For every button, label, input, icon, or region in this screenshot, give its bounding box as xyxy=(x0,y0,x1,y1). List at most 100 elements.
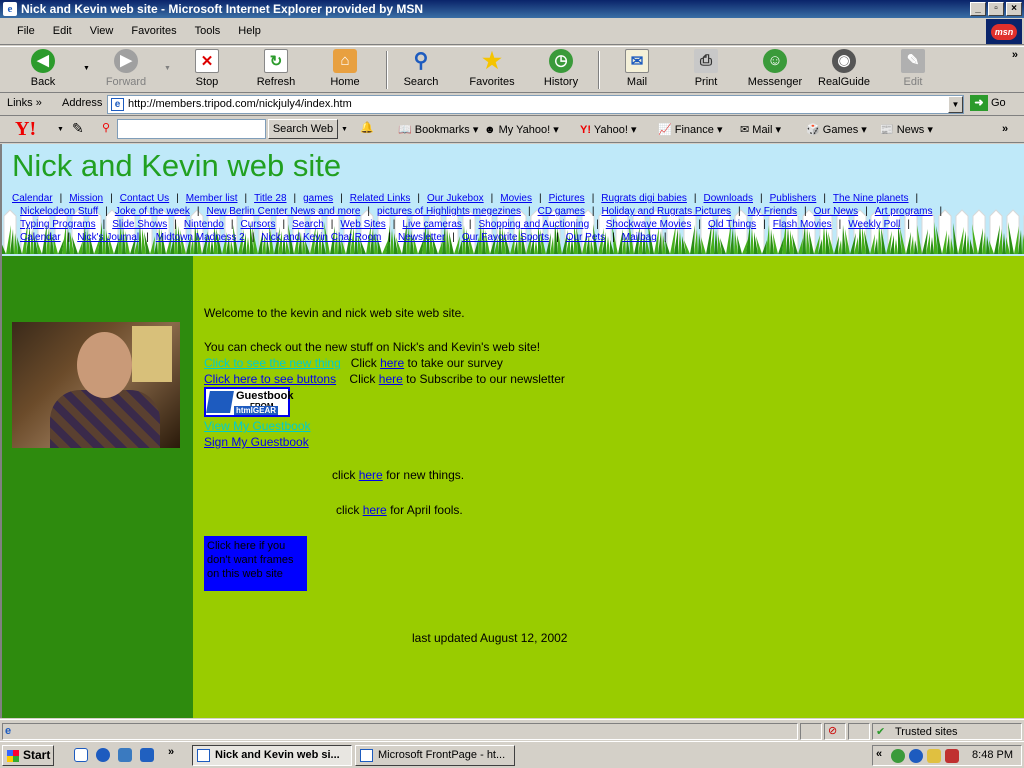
nav-link[interactable]: Nickelodeon Stuff xyxy=(20,206,98,217)
nav-link[interactable]: Midtown Madness 2 xyxy=(156,232,245,243)
show-desktop-icon[interactable] xyxy=(74,748,88,762)
network-tray-icon[interactable] xyxy=(909,749,923,763)
nav-link[interactable]: CD games xyxy=(538,206,585,217)
sign-guestbook-link[interactable]: Sign My Guestbook xyxy=(204,435,309,449)
menu-file[interactable]: File xyxy=(8,25,44,37)
bookmarks-item[interactable]: 📖 Bookmarks ▾ xyxy=(398,123,478,136)
frontpage-quicklaunch-icon[interactable] xyxy=(140,748,154,762)
nav-link[interactable]: Newsletter xyxy=(398,232,445,243)
task-frontpage[interactable]: Microsoft FrontPage - ht... xyxy=(355,745,515,766)
my-yahoo-item[interactable]: ☻ My Yahoo! ▾ xyxy=(484,123,559,136)
nav-link[interactable]: games xyxy=(303,193,333,204)
nav-link[interactable]: Nintendo xyxy=(184,219,224,230)
close-button[interactable]: × xyxy=(1006,2,1022,16)
favorites-button[interactable]: ★ Favorites xyxy=(464,49,520,91)
new-things-here-link[interactable]: here xyxy=(359,468,383,482)
nav-link[interactable]: Live cameras xyxy=(402,219,461,230)
nav-link[interactable]: Contact Us xyxy=(120,193,169,204)
realguide-button[interactable]: ◉ RealGuide xyxy=(816,49,872,91)
nav-link[interactable]: Shopping and Auctioning xyxy=(478,219,589,230)
nav-link[interactable]: Holiday and Rugrats Pictures xyxy=(601,206,731,217)
tray-icon-4[interactable] xyxy=(945,749,959,763)
nav-link[interactable]: Nick's Journal xyxy=(77,232,139,243)
nav-link[interactable]: Downloads xyxy=(704,193,753,204)
address-dropdown-button[interactable]: ▼ xyxy=(948,96,963,113)
back-button[interactable]: ◀ Back xyxy=(18,49,68,91)
search-web-dropdown-icon[interactable]: ▼ xyxy=(341,126,348,133)
go-button[interactable]: ➜ Go xyxy=(970,95,1006,111)
nav-link[interactable]: Cursors xyxy=(240,219,275,230)
yahoo-search-input[interactable] xyxy=(117,119,266,139)
games-item[interactable]: 🎲 Games ▾ xyxy=(806,123,867,136)
yahoo-dropdown-icon[interactable]: ▼ xyxy=(57,126,64,133)
tray-icon-3[interactable] xyxy=(927,749,941,763)
nav-link[interactable]: Art programs xyxy=(875,206,933,217)
back-dropdown-icon[interactable]: ▼ xyxy=(83,65,90,72)
nav-link[interactable]: New Berlin Center News and more xyxy=(206,206,360,217)
address-input[interactable]: e http://members.tripod.com/nickjuly4/in… xyxy=(107,95,964,114)
nav-link[interactable]: Typing Programs xyxy=(20,219,96,230)
nav-link[interactable]: Flash Movies xyxy=(773,219,832,230)
nav-link[interactable]: Our News xyxy=(814,206,858,217)
nav-link[interactable]: Publishers xyxy=(770,193,817,204)
nav-link[interactable]: Calendar xyxy=(20,232,61,243)
edit-button[interactable]: ✎ Edit xyxy=(892,49,934,91)
buttons-link[interactable]: Click here to see buttons xyxy=(204,372,336,386)
menu-view[interactable]: View xyxy=(81,25,123,37)
nav-link[interactable]: The Nine planets xyxy=(833,193,909,204)
nav-link[interactable]: Our Jukebox xyxy=(427,193,484,204)
messenger-button[interactable]: ☺ Messenger xyxy=(746,49,804,91)
menu-help[interactable]: Help xyxy=(229,25,270,37)
nav-link[interactable]: Related Links xyxy=(350,193,411,204)
new-thing-link[interactable]: Click to see the new thing xyxy=(204,356,341,370)
menu-edit[interactable]: Edit xyxy=(44,25,81,37)
yahoo-overflow-icon[interactable]: » xyxy=(1002,123,1008,135)
history-button[interactable]: ◷ History xyxy=(538,49,584,91)
refresh-button[interactable]: ↻ Refresh xyxy=(252,49,300,91)
menu-tools[interactable]: Tools xyxy=(186,25,230,37)
nav-link[interactable]: Movies xyxy=(500,193,532,204)
home-button[interactable]: ⌂ Home xyxy=(324,49,366,91)
search-web-button[interactable]: Search Web xyxy=(268,119,338,139)
nav-link[interactable]: My Friends xyxy=(748,206,797,217)
no-frames-link[interactable]: Click here if you don't want frames on t… xyxy=(204,536,307,591)
nav-link[interactable]: Title 28 xyxy=(254,193,286,204)
nav-link[interactable]: Our Favorite Sports xyxy=(462,232,549,243)
finance-item[interactable]: 📈 Finance ▾ xyxy=(658,123,722,136)
nav-link[interactable]: pictures of Highlights megezines xyxy=(377,206,521,217)
privacy-icon[interactable]: ⊘ xyxy=(828,724,837,737)
search-button[interactable]: ⚲ Search xyxy=(398,49,444,91)
view-guestbook-link[interactable]: View My Guestbook xyxy=(204,419,311,433)
print-button[interactable]: ⎙ Print xyxy=(684,49,728,91)
minimize-button[interactable]: _ xyxy=(970,2,986,16)
menu-favorites[interactable]: Favorites xyxy=(122,25,185,37)
links-toolbar[interactable]: Links » xyxy=(7,97,42,109)
nav-link[interactable]: Our Pets xyxy=(566,232,605,243)
nav-link[interactable]: Joke of the week xyxy=(115,206,190,217)
nav-link[interactable]: Mailbag xyxy=(622,232,657,243)
nav-link[interactable]: Rugrats digi babies xyxy=(601,193,687,204)
guestbook-image-link[interactable]: Guestbook FROM htmlGEAR xyxy=(204,387,293,417)
nav-link[interactable]: Weekly Poll xyxy=(848,219,900,230)
newsletter-here-link[interactable]: here xyxy=(379,372,403,386)
quicklaunch-overflow-icon[interactable]: » xyxy=(168,746,174,758)
alert-icon[interactable]: 🔔 xyxy=(360,121,374,134)
forward-dropdown-icon[interactable]: ▼ xyxy=(164,65,171,72)
nav-link[interactable]: Search xyxy=(292,219,324,230)
nav-link[interactable]: Shockwave Movies xyxy=(606,219,692,230)
nav-link[interactable]: Calendar xyxy=(12,193,53,204)
task-ie[interactable]: Nick and Kevin web si... xyxy=(192,745,352,766)
forward-button[interactable]: ▶ Forward xyxy=(100,49,152,91)
nav-link[interactable]: Pictures xyxy=(549,193,585,204)
messenger-tray-icon[interactable] xyxy=(891,749,905,763)
outlook-quicklaunch-icon[interactable] xyxy=(118,748,132,762)
start-button[interactable]: Start xyxy=(2,745,54,766)
stop-button[interactable]: ✕ Stop xyxy=(184,49,230,91)
toolbar-overflow-icon[interactable]: » xyxy=(1012,49,1018,61)
nav-link[interactable]: Nick and Kevin Chat Room xyxy=(261,232,381,243)
tray-expand-icon[interactable]: « xyxy=(876,748,882,760)
april-here-link[interactable]: here xyxy=(363,503,387,517)
news-item[interactable]: 📰 News ▾ xyxy=(880,123,933,136)
nav-link[interactable]: Member list xyxy=(186,193,238,204)
yahoo-logo[interactable]: Y! xyxy=(15,118,36,141)
